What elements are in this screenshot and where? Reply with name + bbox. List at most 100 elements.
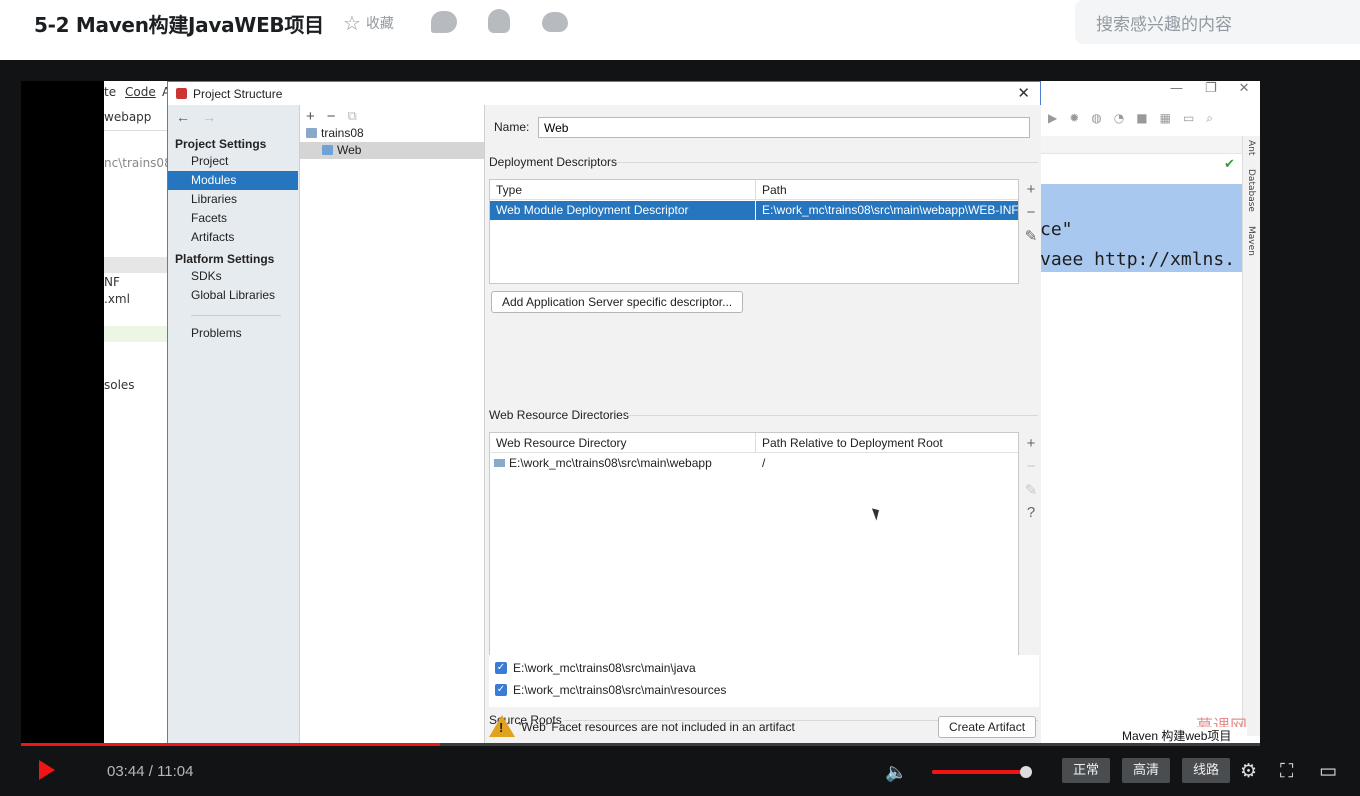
nav-item-artifacts[interactable]: Artifacts — [168, 228, 298, 247]
video-player[interactable]: te Code A webapp nc\trains08 NF .xml sol… — [0, 60, 1360, 796]
database-tab[interactable]: Database — [1246, 169, 1256, 212]
volume-slider[interactable] — [932, 766, 1033, 778]
close-icon[interactable]: ✕ — [1239, 81, 1250, 96]
favorite-label: 收藏 — [365, 16, 394, 32]
search-icon[interactable]: ⌕ — [1206, 111, 1213, 126]
fullscreen-icon[interactable]: ⛶ — [1280, 760, 1293, 782]
tree-fragment: soles — [104, 378, 135, 392]
coverage-icon[interactable]: ◍ — [1091, 111, 1101, 126]
terminal-icon[interactable]: ▭ — [1183, 111, 1194, 126]
dialog-titlebar: Project Structure ✕ — [168, 82, 1040, 105]
ide-project-pane: te Code A webapp nc\trains08 NF .xml sol… — [104, 81, 172, 744]
column-header[interactable]: Path Relative to Deployment Root — [756, 433, 1018, 453]
remove-icon[interactable]: − — [1022, 458, 1040, 481]
ide-editor: — ❐ ✕ ▶ ✹ ◍ ◔ ■ ▦ ▭ ⌕ ✔ ce" vaee http://… — [1040, 81, 1260, 744]
column-header[interactable]: Type — [490, 180, 755, 200]
tree-item-web[interactable]: Web — [300, 142, 484, 159]
search-input[interactable]: 搜索感兴趣的内容 — [1075, 0, 1360, 44]
forward-arrow-icon[interactable]: → — [202, 109, 216, 125]
resource-directory: E:\work_mc\trains08\src\main\webapp — [490, 454, 755, 472]
stop-icon[interactable]: ■ — [1136, 111, 1147, 126]
ant-tab[interactable]: Ant — [1246, 140, 1256, 155]
descriptor-path: E:\work_mc\trains08\src\main\webapp\WEB-… — [762, 203, 1018, 217]
back-arrow-icon[interactable]: ← — [176, 109, 190, 125]
column-header[interactable]: Web Resource Directory — [490, 433, 755, 453]
weibo-share-icon[interactable] — [542, 12, 568, 32]
column-header[interactable]: Path — [756, 180, 1018, 200]
divider — [191, 315, 281, 316]
nav-item-problems[interactable]: Problems — [168, 324, 298, 343]
nav-item-modules[interactable]: Modules — [168, 171, 298, 190]
project-structure-dialog: Project Structure ✕ ← → Project Settings… — [167, 81, 1041, 744]
edit-icon[interactable]: ✎ — [1022, 227, 1040, 250]
deployment-toolbar: + − ✎ — [1022, 181, 1040, 250]
run-icon[interactable]: ▶ — [1048, 111, 1057, 126]
divider — [626, 415, 1038, 416]
route-button[interactable]: 线路 — [1182, 758, 1230, 783]
edit-icon[interactable]: ✎ — [1022, 481, 1040, 504]
facet-settings: Name: Deployment Descriptors Type Path W… — [486, 105, 1041, 744]
remove-icon[interactable]: − — [327, 108, 336, 126]
tree-item-label: trains08 — [321, 126, 364, 140]
maven-tab[interactable]: Maven — [1246, 226, 1256, 256]
play-icon[interactable] — [39, 760, 55, 780]
add-server-descriptor-button[interactable]: Add Application Server specific descript… — [491, 291, 744, 313]
favorite-button[interactable]: ☆ 收藏 — [343, 11, 394, 35]
nav-item-libraries[interactable]: Libraries — [168, 190, 298, 209]
copy-icon[interactable]: ⧉ — [348, 108, 357, 126]
name-field[interactable] — [538, 117, 1030, 138]
close-icon[interactable]: ✕ — [1017, 84, 1030, 102]
divider — [616, 162, 1038, 163]
add-icon[interactable]: + — [1022, 181, 1040, 204]
qq-share-icon[interactable] — [488, 9, 510, 33]
debug-icon[interactable]: ✹ — [1069, 111, 1079, 126]
quality-normal-button[interactable]: 正常 — [1062, 758, 1110, 783]
resource-path: E:\work_mc\trains08\src\main\webapp — [509, 456, 712, 470]
folder-icon — [494, 459, 505, 467]
editor-tab-bar — [1040, 136, 1242, 154]
progress-fill — [21, 743, 440, 746]
module-tree: + − ⧉ trains08 Web — [300, 105, 485, 744]
warning-icon: ! — [489, 715, 515, 739]
nav-item-facets[interactable]: Facets — [168, 209, 298, 228]
profile-icon[interactable]: ◔ — [1114, 111, 1124, 126]
table-row[interactable]: E:\work_mc\trains08\src\main\webapp / — [490, 454, 1018, 472]
progress-bar[interactable] — [21, 743, 1260, 746]
source-root-checkbox[interactable]: ✓ E:\work_mc\trains08\src\main\resources — [495, 683, 726, 697]
wechat-share-icon[interactable] — [431, 11, 457, 33]
project-structure-icon[interactable]: ▦ — [1160, 111, 1171, 126]
create-artifact-button[interactable]: Create Artifact — [938, 716, 1037, 738]
checkbox-checked-icon: ✓ — [495, 684, 507, 696]
deployment-table: Type Path Web Module Deployment Descript… — [489, 179, 1019, 284]
nav-item-project[interactable]: Project — [168, 152, 298, 171]
resources-section-title: Web Resource Directories — [489, 408, 629, 422]
remove-icon[interactable]: − — [1022, 204, 1040, 227]
table-row[interactable]: Web Module Deployment Descriptor E:\work… — [490, 201, 1018, 220]
current-time: 03:44 — [107, 763, 145, 780]
tree-item-trains08[interactable]: trains08 — [306, 125, 364, 142]
page-header: 5-2 Maven构建JavaWEB项目 ☆ 收藏 搜索感兴趣的内容 — [0, 0, 1360, 60]
web-facet-icon — [322, 145, 333, 155]
code-line: vaee http://xmlns. — [1040, 249, 1236, 270]
add-icon[interactable]: + — [306, 108, 315, 126]
video-frame[interactable]: te Code A webapp nc\trains08 NF .xml sol… — [21, 81, 1260, 744]
volume-icon[interactable]: 🔈 — [885, 762, 907, 783]
minimize-icon[interactable]: — — [1170, 81, 1183, 96]
star-icon: ☆ — [343, 11, 361, 35]
settings-gear-icon[interactable]: ⚙ — [1240, 760, 1257, 782]
tree-selection — [104, 257, 167, 273]
player-controls: 03:44 / 11:04 🔈 正常 高清 线路 ⚙ ⛶ ▭ — [0, 750, 1360, 796]
widescreen-icon[interactable]: ▭ — [1319, 760, 1337, 782]
divider — [104, 130, 167, 131]
settings-nav: ← → Project Settings Project Modules Lib… — [168, 105, 300, 744]
quality-hd-button[interactable]: 高清 — [1122, 758, 1170, 783]
nav-item-global-libraries[interactable]: Global Libraries — [168, 286, 298, 305]
source-root-checkbox[interactable]: ✓ E:\work_mc\trains08\src\main\java — [495, 661, 696, 675]
restore-icon[interactable]: ❐ — [1205, 81, 1217, 96]
warning-message: 'Web' Facet resources are not included i… — [519, 720, 795, 734]
add-icon[interactable]: + — [1022, 435, 1040, 458]
help-icon[interactable]: ? — [1022, 504, 1040, 527]
volume-knob[interactable] — [1020, 766, 1033, 778]
relative-path: / — [762, 456, 766, 470]
nav-item-sdks[interactable]: SDKs — [168, 267, 298, 286]
